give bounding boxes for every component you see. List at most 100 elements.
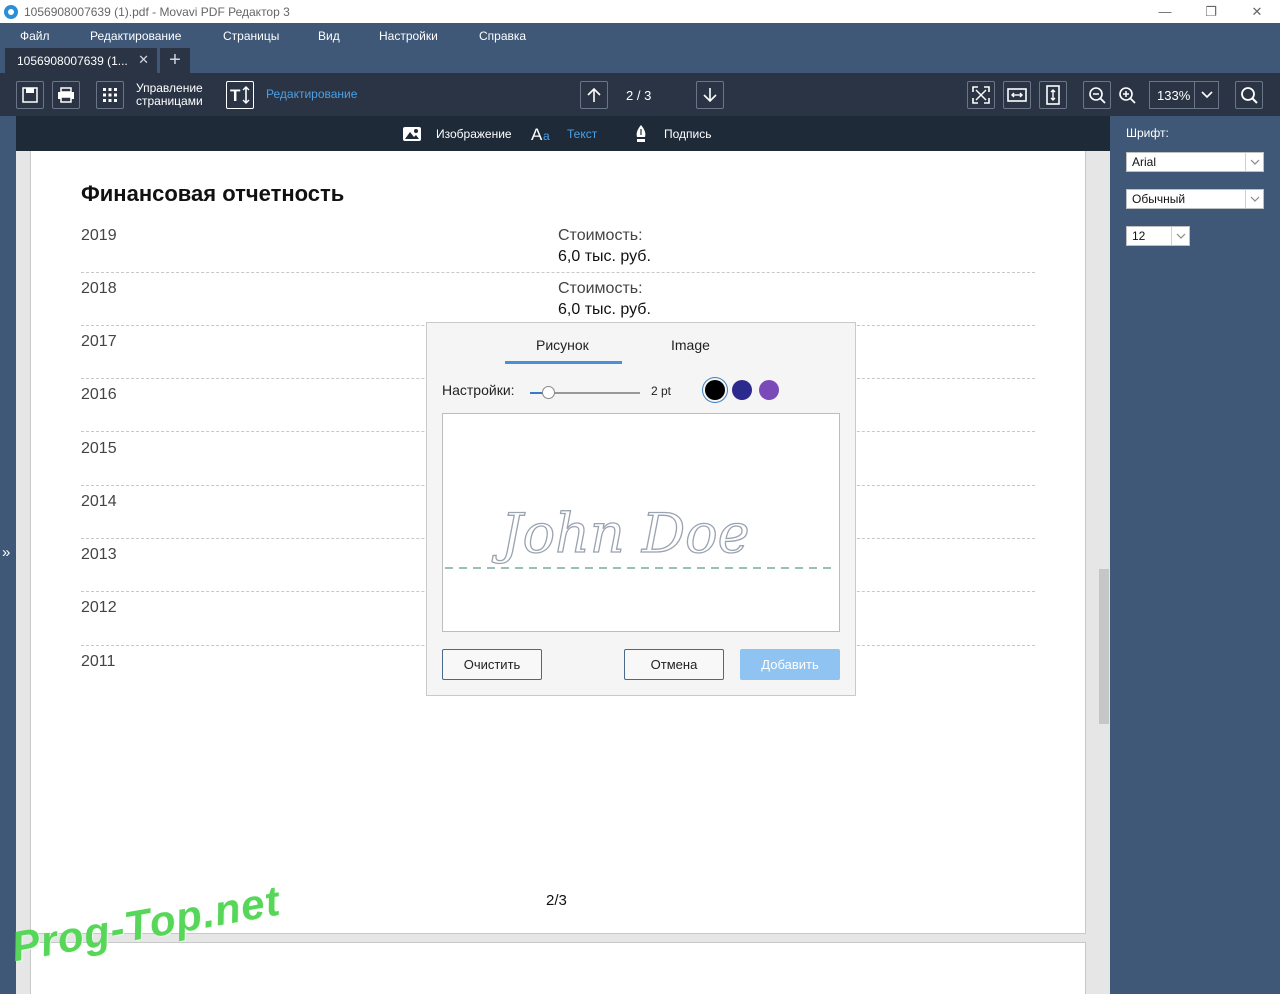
- font-family-select[interactable]: Arial: [1126, 152, 1264, 172]
- fit-height-button[interactable]: [1039, 81, 1067, 109]
- cost-label: Стоимость:: [558, 227, 643, 244]
- menu-file[interactable]: Файл: [20, 29, 50, 43]
- edit-mode-label[interactable]: Редактирование: [266, 88, 357, 101]
- pen-nib-icon: [636, 124, 646, 142]
- text-edit-icon: T: [230, 86, 250, 105]
- zoom-select[interactable]: 133%: [1149, 81, 1219, 109]
- menu-view[interactable]: Вид: [318, 29, 340, 43]
- document-tab-label: 1056908007639 (1...: [17, 53, 128, 68]
- menu-edit[interactable]: Редактирование: [90, 29, 181, 43]
- add-signature-button[interactable]: Добавить: [740, 649, 840, 680]
- year-label: 2016: [81, 386, 117, 403]
- cancel-button[interactable]: Отмена: [624, 649, 724, 680]
- settings-label: Настройки:: [442, 382, 515, 398]
- fit-screen-icon: [972, 86, 990, 104]
- new-tab-button[interactable]: +: [160, 48, 190, 73]
- fit-width-button[interactable]: [1003, 81, 1031, 109]
- prev-page-button[interactable]: [580, 81, 608, 109]
- next-page-button[interactable]: [696, 81, 724, 109]
- cost-value: 6,0 тыс. руб.: [558, 301, 651, 318]
- font-label: Шрифт:: [1126, 126, 1169, 140]
- page-manage-label[interactable]: Управление страницами: [136, 82, 203, 108]
- vertical-scrollbar[interactable]: [1099, 569, 1109, 724]
- page-manage-button[interactable]: [96, 81, 124, 109]
- menu-help[interactable]: Справка: [479, 29, 526, 43]
- color-swatch-purple[interactable]: [759, 380, 779, 400]
- fit-height-icon: [1046, 85, 1060, 105]
- text-tool-button[interactable]: Aa Текст: [531, 116, 597, 151]
- year-label: 2011: [81, 653, 116, 670]
- image-icon: [403, 126, 421, 141]
- svg-text:T: T: [230, 86, 241, 105]
- menu-pages[interactable]: Страницы: [223, 29, 279, 43]
- properties-panel: Шрифт: Arial Обычный 12: [1110, 116, 1280, 994]
- signature-drawing-canvas[interactable]: John Doe: [442, 413, 840, 632]
- color-swatch-blue[interactable]: [732, 380, 752, 400]
- year-label: 2015: [81, 440, 117, 457]
- zoom-out-button[interactable]: [1083, 81, 1111, 109]
- thickness-slider-thumb[interactable]: [542, 386, 555, 399]
- text-aa-icon: Aa: [531, 125, 550, 143]
- cost-label: Стоимость:: [558, 280, 643, 297]
- menu-bar: Файл Редактирование Страницы Вид Настрой…: [0, 23, 1280, 48]
- close-window-button[interactable]: ✕: [1234, 0, 1280, 23]
- app-logo-icon: [4, 4, 18, 19]
- svg-text:a: a: [543, 129, 550, 143]
- print-button[interactable]: [52, 81, 80, 109]
- svg-text:A: A: [531, 125, 543, 143]
- insert-image-button[interactable]: Изображение: [402, 116, 512, 151]
- close-tab-icon[interactable]: ✕: [138, 52, 149, 68]
- signature-handwriting: John Doe: [491, 502, 750, 565]
- main-toolbar: Управление страницами T Редактирование 2…: [0, 73, 1280, 116]
- year-label: 2012: [81, 599, 117, 616]
- year-label: 2013: [81, 546, 117, 563]
- menu-settings[interactable]: Настройки: [379, 29, 438, 43]
- arrow-up-icon: [587, 87, 601, 102]
- tab-draw[interactable]: Рисунок: [536, 337, 589, 353]
- chevron-down-icon: [1245, 190, 1263, 208]
- signature-tool-label: Подпись: [664, 126, 712, 141]
- page-manage-label-line2: страницами: [136, 94, 203, 108]
- clear-button[interactable]: Очистить: [442, 649, 542, 680]
- grid-icon: [103, 88, 117, 102]
- save-button[interactable]: [16, 81, 44, 109]
- expand-panel-icon[interactable]: »: [2, 544, 10, 561]
- row-divider: [81, 272, 1035, 273]
- year-label: 2014: [81, 493, 117, 510]
- next-document-page: [30, 942, 1086, 994]
- zoom-value: 133%: [1157, 87, 1191, 103]
- edit-mode-button[interactable]: T: [226, 81, 254, 109]
- font-style-select[interactable]: Обычный: [1126, 189, 1264, 209]
- zoom-dropdown-toggle[interactable]: [1194, 82, 1218, 108]
- fit-page-button[interactable]: [967, 81, 995, 109]
- year-label: 2017: [81, 333, 117, 350]
- fit-width-icon: [1007, 88, 1027, 102]
- font-style-value: Обычный: [1132, 192, 1186, 206]
- minimize-button[interactable]: —: [1142, 0, 1188, 23]
- page-number: 2/3: [546, 892, 567, 909]
- signature-drawing: John Doe: [445, 501, 837, 569]
- restore-button[interactable]: ❐: [1188, 0, 1234, 23]
- window-controls: — ❐ ✕: [1142, 0, 1280, 23]
- font-family-value: Arial: [1132, 155, 1157, 169]
- document-tab[interactable]: 1056908007639 (1... ✕: [5, 48, 157, 73]
- color-swatch-black[interactable]: [705, 380, 725, 400]
- chevron-down-icon: [1245, 153, 1263, 171]
- tab-image[interactable]: Image: [671, 337, 710, 353]
- active-tab-indicator: [505, 361, 622, 364]
- font-size-select[interactable]: 12: [1126, 226, 1190, 246]
- search-button[interactable]: [1235, 81, 1263, 109]
- edit-subtoolbar: Изображение Aa Текст Подпись: [16, 116, 1110, 151]
- signature-tool-button[interactable]: Подпись: [634, 116, 712, 151]
- thickness-value: 2 pt: [651, 384, 672, 398]
- text-tool-label: Текст: [567, 126, 598, 141]
- zoom-in-icon: [1119, 87, 1136, 104]
- cost-value: 6,0 тыс. руб.: [558, 248, 651, 265]
- page-indicator[interactable]: 2 / 3: [626, 88, 651, 103]
- image-tool-label: Изображение: [436, 126, 512, 141]
- tabs-bar: 1056908007639 (1... ✕ +: [0, 48, 1280, 73]
- window-title: 1056908007639 (1).pdf - Movavi PDF Редак…: [24, 4, 290, 19]
- left-rail: »: [0, 116, 16, 994]
- zoom-in-button[interactable]: [1113, 81, 1141, 109]
- zoom-out-icon: [1089, 87, 1106, 104]
